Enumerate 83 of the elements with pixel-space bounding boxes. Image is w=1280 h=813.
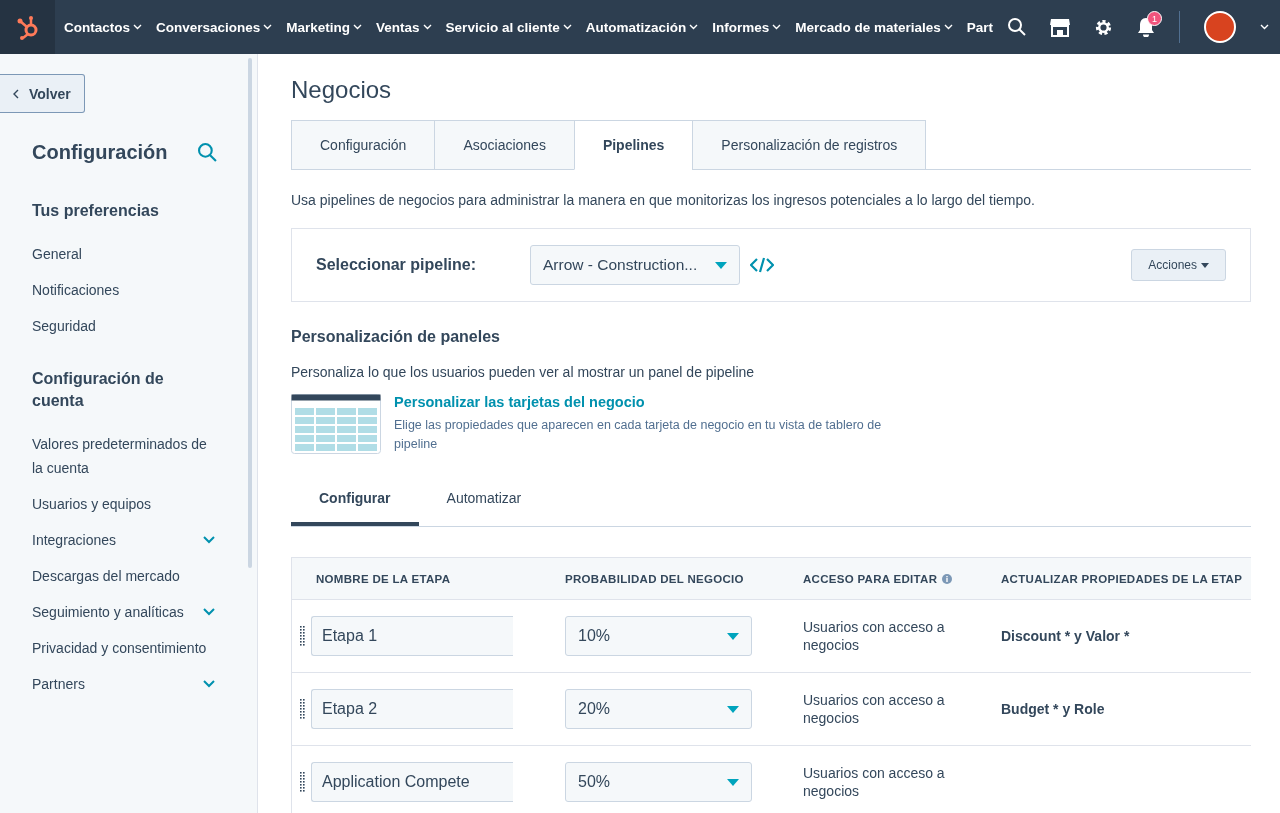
sidebar-item[interactable]: General [0, 236, 257, 272]
column-header: ACTUALIZAR PROPIEDADES DE LA ETAP [1000, 572, 1244, 585]
search-icon[interactable] [1008, 18, 1027, 36]
store-icon[interactable] [1050, 17, 1071, 37]
nav-menu-item[interactable]: Automatización [578, 19, 706, 35]
settings-icon[interactable] [1094, 17, 1114, 37]
notification-badge: 1 [1147, 11, 1163, 26]
actions-button[interactable]: Acciones [1131, 249, 1226, 281]
chevron-down-icon[interactable] [203, 536, 215, 544]
info-icon [942, 573, 953, 584]
caret-icon [1201, 262, 1209, 268]
customize-cards-link[interactable]: Personalizar las tarjetas del negocio [394, 394, 884, 410]
nav-menu-item[interactable]: Marketing [279, 19, 370, 35]
section-text: Personaliza lo que los usuarios pueden ver al mostrar un panel de pipeline [291, 364, 756, 380]
tab[interactable]: Asociaciones [434, 120, 574, 170]
chevron-left-icon [13, 88, 19, 99]
sidebar-item[interactable]: Privacidad y consentimiento [0, 630, 257, 666]
section-title: Personalización de paneles [291, 328, 501, 346]
code-icon[interactable] [750, 257, 774, 273]
sidebar-item[interactable]: Usuarios y equipos [0, 486, 257, 522]
properties-text: Discount * y Valor * [1001, 628, 1130, 644]
drag-handle-icon[interactable] [300, 771, 305, 793]
sidebar-section-title: Configuración de cuenta [31, 369, 165, 411]
nav-menu-item[interactable]: Mercado de materiales [788, 19, 960, 35]
drag-handle-icon[interactable] [300, 698, 305, 720]
stage-name-field[interactable]: Etapa 2 [311, 689, 513, 729]
chevron-down-icon [562, 24, 572, 30]
chevron-down-icon[interactable] [203, 680, 215, 688]
pipeline-label: Seleccionar pipeline: [316, 256, 478, 274]
caret-icon [727, 778, 739, 786]
column-header: PROBABILIDAD DEL NEGOCIO [564, 572, 745, 585]
nav-menu-item[interactable]: Part [959, 19, 1001, 35]
sidebar-title: Configuración [32, 141, 168, 164]
sidebar-item[interactable]: Notificaciones [0, 272, 257, 308]
logo-icon[interactable] [0, 0, 55, 54]
stage-name-field[interactable]: Etapa 1 [311, 616, 513, 656]
chevron-down-icon [772, 24, 782, 30]
card-description: Elige las propiedades que aparecen en cada tarjeta de negocio en tu vista de tablero de pipeline [394, 417, 883, 453]
nav-menu-item[interactable]: Conversaciones [149, 19, 280, 35]
chevron-down-icon [133, 24, 142, 30]
chevron-down-icon [943, 24, 953, 30]
chevron-down-icon [353, 24, 363, 30]
nav-menu-item[interactable]: Ventas [369, 19, 439, 35]
tab[interactable]: Personalización de registros [692, 120, 927, 170]
access-text: Usuarios con acceso a negocios [803, 618, 946, 654]
chevron-down-icon [1260, 24, 1270, 30]
sidebar-item[interactable]: Seguridad [0, 308, 257, 344]
access-text: Usuarios con acceso a negocios [803, 764, 946, 800]
caret-icon [715, 261, 727, 269]
board-preview-icon [291, 394, 381, 454]
pipeline-select[interactable]: Arrow - Construction... [530, 245, 740, 285]
sidebar-item[interactable]: Partners [0, 666, 257, 702]
nav-menu-item[interactable]: Informes [705, 19, 789, 35]
sidebar-item[interactable]: Valores predeterminados de la cuenta [0, 426, 257, 486]
access-text: Usuarios con acceso a negocios [803, 691, 946, 727]
nav-menu-item[interactable]: Contactos [57, 19, 149, 35]
tab[interactable]: Automatizar [418, 480, 550, 526]
caret-icon [727, 632, 739, 640]
probability-select[interactable]: 50% [565, 762, 752, 802]
tab[interactable]: Configurar [291, 480, 419, 526]
chevron-down-icon[interactable] [203, 608, 215, 616]
probability-select[interactable]: 10% [565, 616, 752, 656]
description-text: Usa pipelines de negocios para administrar la manera en que monitorizas los ingresos potenciales a lo largo del tiempo. [291, 192, 1036, 208]
chevron-down-icon [689, 24, 699, 30]
caret-icon [727, 705, 739, 713]
column-header: ACCESO PARA EDITAR [779, 572, 977, 585]
back-button[interactable]: Volver [0, 74, 85, 113]
properties-text: Budget * y Role [1001, 701, 1105, 717]
sidebar-section-title: Tus preferencias [31, 201, 160, 221]
probability-select[interactable]: 20% [565, 689, 752, 729]
nav-menu-item[interactable]: Servicio al cliente [438, 19, 579, 35]
drag-handle-icon[interactable] [300, 625, 305, 647]
sidebar-item[interactable]: Seguimiento y analíticas [0, 594, 257, 630]
page-title: Negocios [291, 76, 393, 104]
sidebar-item[interactable]: Descargas del mercado [0, 558, 257, 594]
column-header: NOMBRE DE LA ETAPA [315, 572, 452, 585]
avatar[interactable] [1204, 11, 1237, 43]
chevron-down-icon [422, 24, 432, 30]
tab[interactable]: Configuración [291, 120, 435, 170]
chevron-down-icon [263, 24, 273, 30]
stage-name-field[interactable]: Application Compete [311, 762, 513, 802]
sidebar-item[interactable]: Integraciones [0, 522, 257, 558]
tab[interactable]: Pipelines [573, 120, 693, 170]
